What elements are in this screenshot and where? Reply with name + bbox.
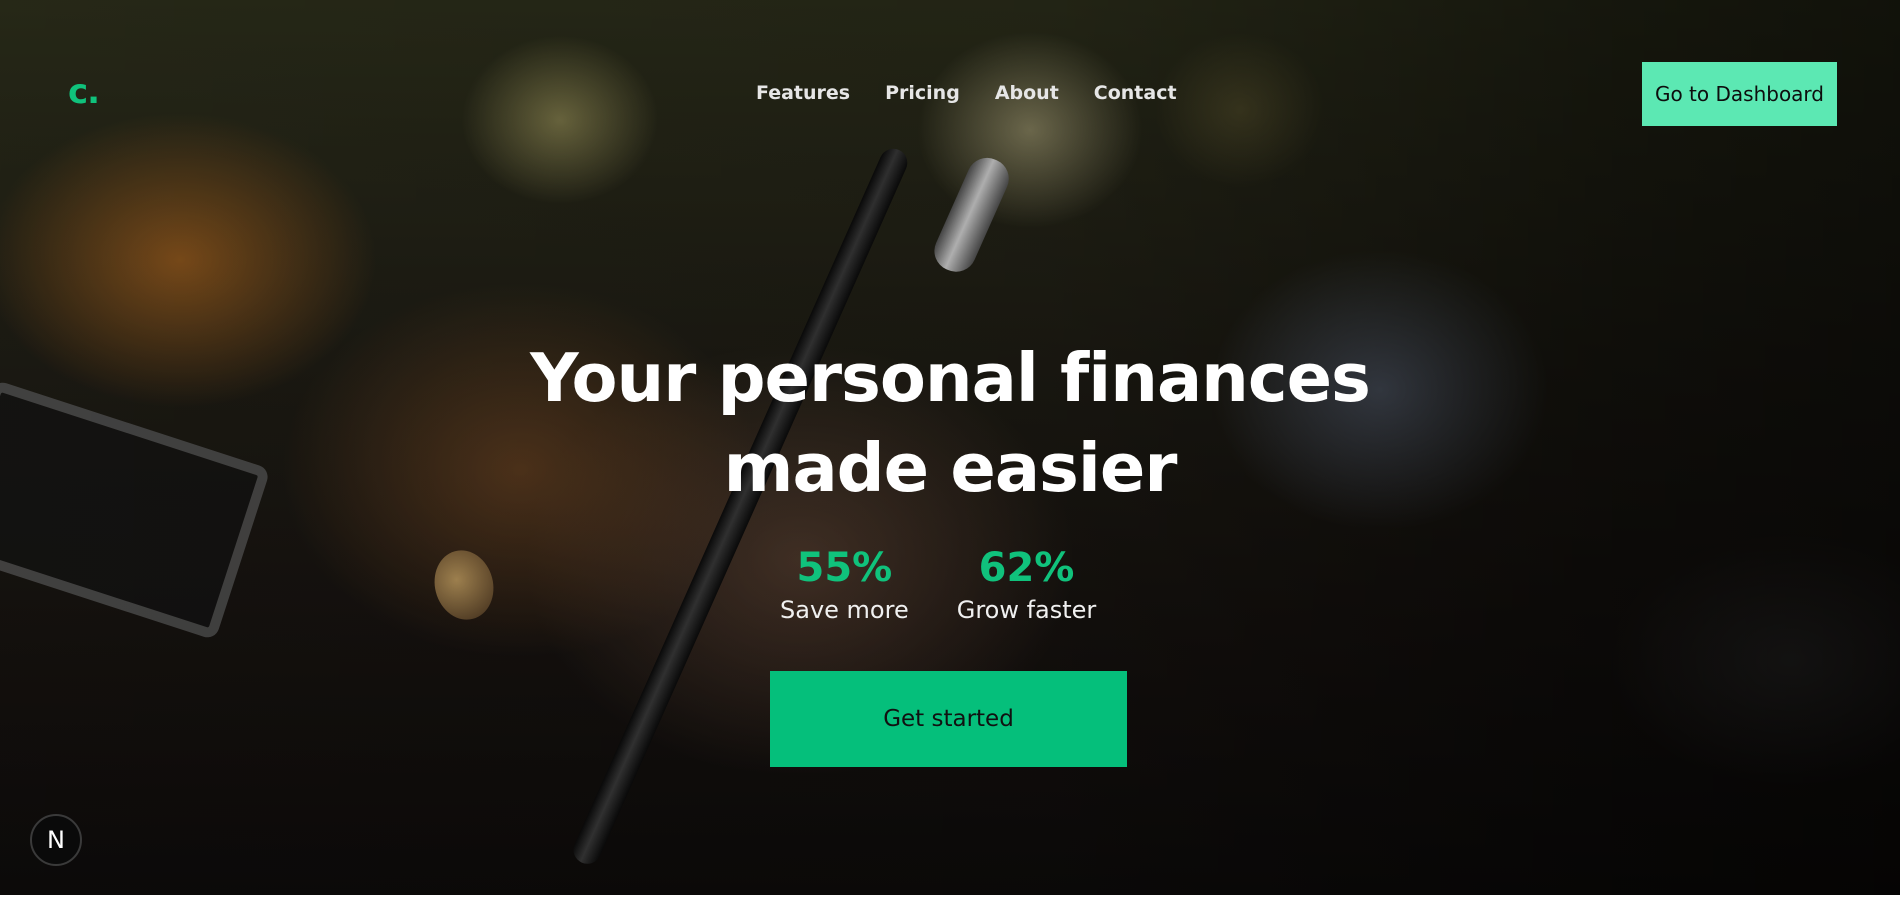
- main-nav: Features Pricing About Contact: [756, 82, 1177, 104]
- stat-label: Save more: [780, 596, 909, 624]
- headline-line-1: Your personal finances: [530, 339, 1371, 417]
- nav-features-link[interactable]: Features: [756, 82, 850, 104]
- get-started-button[interactable]: Get started: [770, 671, 1127, 767]
- headline-line-2: made easier: [723, 429, 1178, 507]
- nav-contact-link[interactable]: Contact: [1094, 82, 1177, 104]
- stat-save-more: 55% Save more: [780, 542, 909, 626]
- nextjs-icon[interactable]: N: [30, 814, 82, 866]
- brand-logo[interactable]: c.: [68, 72, 100, 112]
- hero-stats: 55% Save more 62% Grow faster: [780, 542, 1096, 626]
- go-to-dashboard-button[interactable]: Go to Dashboard: [1642, 62, 1837, 126]
- nav-about-link[interactable]: About: [995, 82, 1059, 104]
- stat-label: Grow faster: [956, 596, 1097, 624]
- stat-value: 62%: [978, 545, 1075, 591]
- hero-section: c. Features Pricing About Contact Go to …: [0, 0, 1900, 895]
- stat-grow-faster: 62% Grow faster: [957, 542, 1097, 626]
- stat-value: 55%: [796, 545, 893, 591]
- nav-pricing-link[interactable]: Pricing: [885, 82, 960, 104]
- hero-headline: Your personal finances made easier: [500, 333, 1400, 513]
